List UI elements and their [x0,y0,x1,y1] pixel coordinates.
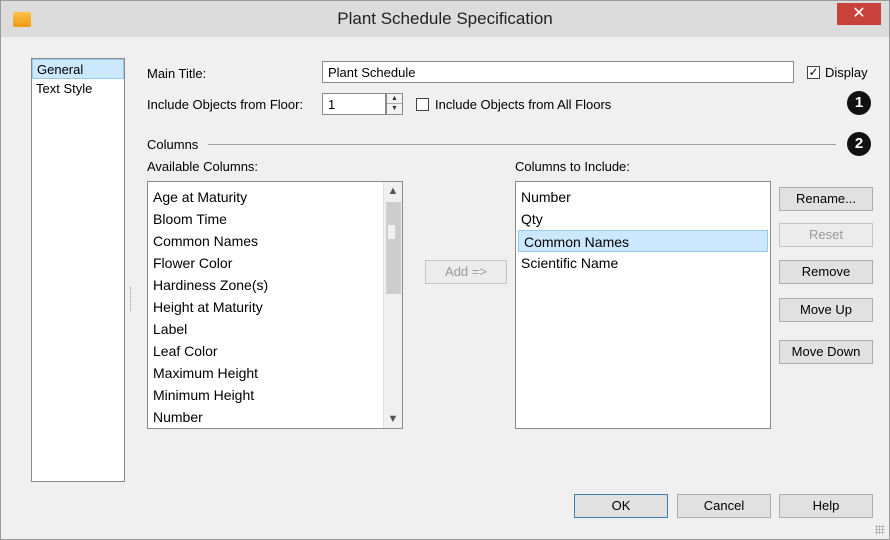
included-columns-items: Number Qty Common Names Scientific Name [516,182,770,274]
main-title-input[interactable]: Plant Schedule [322,61,794,83]
dialog-window: Plant Schedule Specification ✕ General T… [0,0,890,540]
list-item[interactable]: Qty [516,208,770,230]
available-columns-label: Available Columns: [147,159,259,174]
floor-input[interactable]: 1 [322,93,386,115]
move-up-button[interactable]: Move Up [779,298,873,322]
available-columns-list[interactable]: Age at Maturity Bloom Time Common Names … [147,181,403,429]
floor-spinner[interactable]: ▲ ▼ [386,93,403,115]
spin-down-icon[interactable]: ▼ [387,104,402,114]
display-label: Display [825,65,868,80]
list-item[interactable]: Number [148,406,402,428]
rename-button[interactable]: Rename... [779,187,873,211]
list-item[interactable]: Bloom Time [148,208,402,230]
move-down-button[interactable]: Move Down [779,340,873,364]
scroll-down-icon[interactable]: ▼ [384,410,402,428]
list-item[interactable]: Leaf Color [148,340,402,362]
columns-group-divider [208,144,836,145]
main-title-label: Main Title: [147,66,207,81]
list-item[interactable]: Minimum Height [148,384,402,406]
add-column-button[interactable]: Add => [425,260,507,284]
spin-up-icon[interactable]: ▲ [387,94,402,104]
scroll-up-icon[interactable]: ▲ [384,182,402,200]
all-floors-checkbox[interactable] [416,98,429,111]
list-item[interactable]: Scientific Name [516,252,770,274]
list-item[interactable]: Number [516,186,770,208]
sidebar-item-general[interactable]: General [32,59,124,79]
included-columns-list[interactable]: Number Qty Common Names Scientific Name [515,181,771,429]
list-item[interactable]: Age at Maturity [148,186,402,208]
checkmark-icon: ✓ [808,65,819,79]
resize-grip-icon[interactable] [875,525,885,535]
list-item[interactable]: Hardiness Zone(s) [148,274,402,296]
sidebar-item-text-style[interactable]: Text Style [32,79,124,99]
all-floors-label: Include Objects from All Floors [435,97,612,112]
include-columns-label: Columns to Include: [515,159,630,174]
list-item[interactable]: Flower Color [148,252,402,274]
help-button[interactable]: Help [779,494,873,518]
ok-button[interactable]: OK [574,494,668,518]
close-icon: ✕ [852,5,866,22]
list-item[interactable]: Common Names [148,230,402,252]
close-button[interactable]: ✕ [837,3,881,25]
category-list: General Text Style [31,58,125,482]
list-item[interactable]: Label [148,318,402,340]
display-checkbox[interactable]: ✓ [807,66,820,79]
window-title: Plant Schedule Specification [337,9,553,28]
callout-badge-2: 2 [847,132,871,156]
reset-button[interactable]: Reset [779,223,873,247]
cancel-button[interactable]: Cancel [677,494,771,518]
main-title-value: Plant Schedule [328,65,416,80]
scroll-thumb-grip [388,225,395,239]
list-item-selected[interactable]: Common Names [518,230,768,252]
list-item[interactable]: Height at Maturity [148,296,402,318]
pane-splitter[interactable] [130,287,133,311]
remove-button[interactable]: Remove [779,260,873,284]
floor-value: 1 [328,97,336,112]
available-list-scrollbar[interactable]: ▲ ▼ [383,182,402,428]
title-bar[interactable]: Plant Schedule Specification ✕ [1,1,889,37]
available-columns-items: Age at Maturity Bloom Time Common Names … [148,182,402,428]
list-item[interactable]: Maximum Height [148,362,402,384]
floor-label: Include Objects from Floor: [147,97,304,112]
columns-group-label: Columns [147,137,199,152]
callout-badge-1: 1 [847,91,871,115]
scroll-thumb[interactable] [386,202,401,294]
